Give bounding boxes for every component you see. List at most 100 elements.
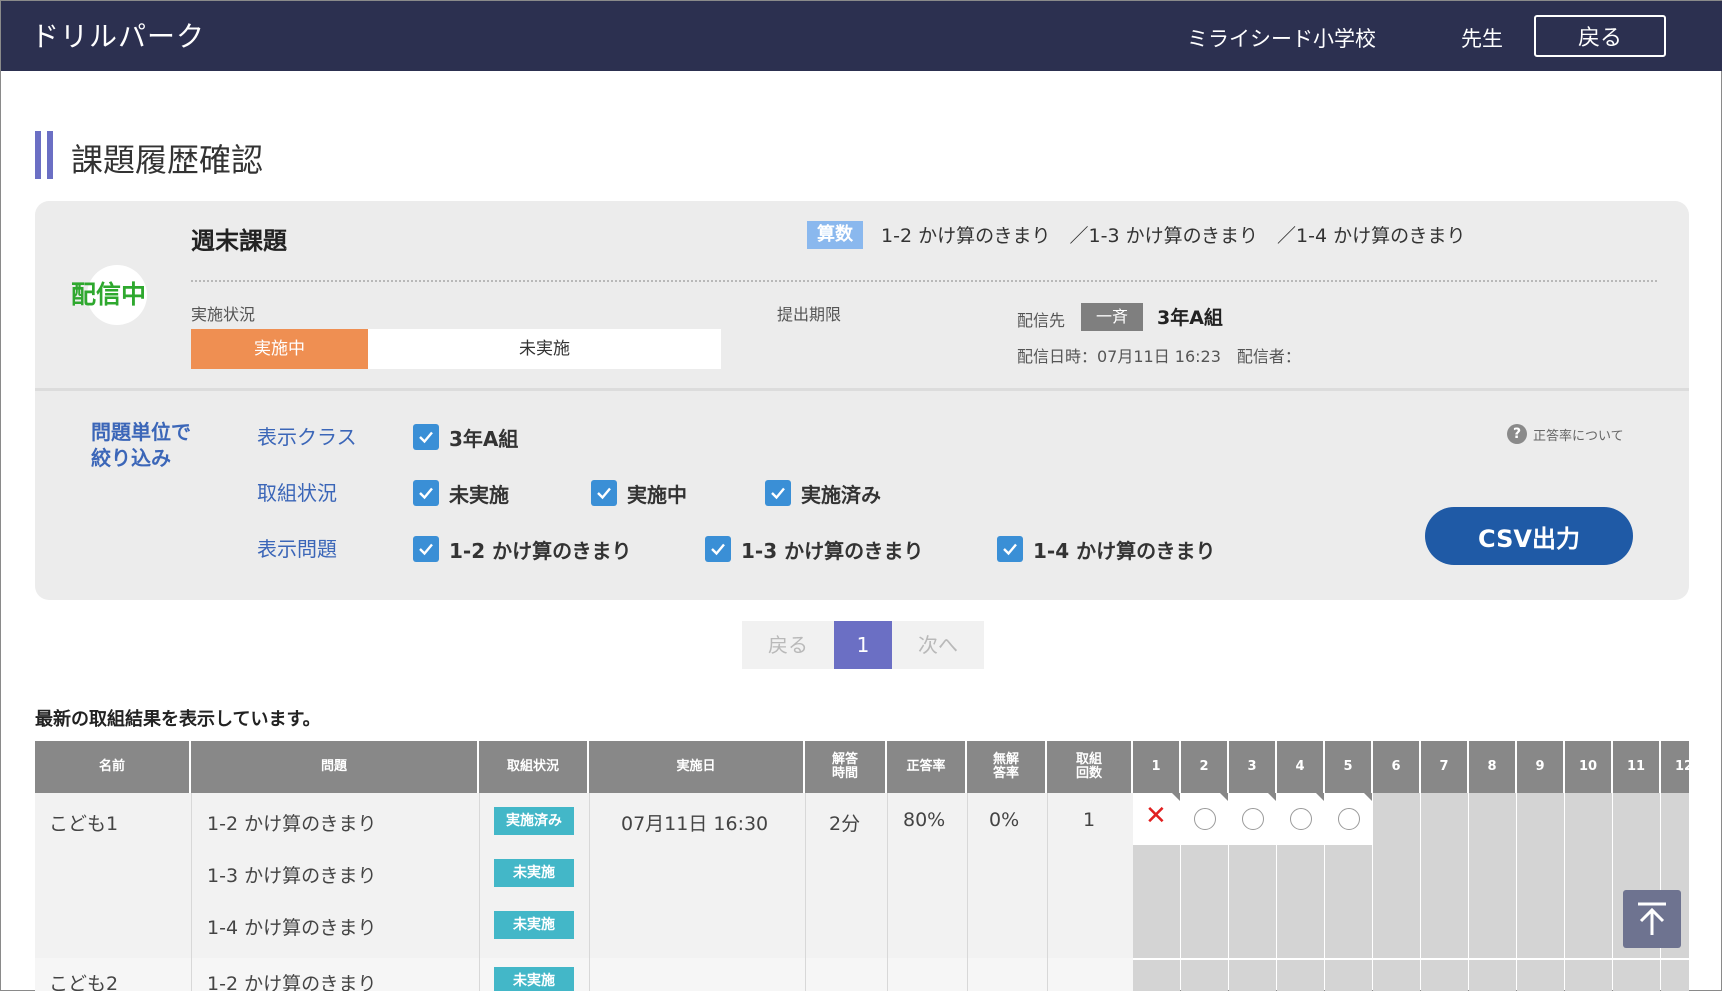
assignment-card: 配信中 週末課題 算数 1-2 かけ算のきまり ／1-3 かけ算のきまり ／1-… bbox=[35, 201, 1689, 600]
answer-cell-empty bbox=[1373, 960, 1420, 991]
class-checkbox[interactable] bbox=[413, 424, 439, 450]
col-header-time[interactable]: 解答 時間 bbox=[805, 741, 887, 793]
answer-cell-empty bbox=[1277, 845, 1324, 958]
progress-bar: 実施中 未実施 bbox=[191, 329, 721, 369]
status-option-doing: 実施中 bbox=[627, 483, 687, 507]
row1-status-2: 未実施 bbox=[494, 859, 574, 887]
app-brand: ドリルパーク bbox=[31, 20, 206, 53]
question-circle-icon[interactable]: ? bbox=[1507, 424, 1527, 444]
problem-option-1-2: 1-2 かけ算のきまり bbox=[449, 539, 632, 563]
status-option-not-done: 未実施 bbox=[449, 483, 509, 507]
answer-cell-empty bbox=[1133, 960, 1180, 991]
title-accent-bar bbox=[35, 131, 55, 179]
col-header-q10[interactable]: 10 bbox=[1565, 741, 1613, 793]
results-table: 名前 問題 取組状況 実施日 解答 時間 正答率 無解 答率 取組 回数 123… bbox=[35, 741, 1689, 991]
status-filter-label: 取組状況 bbox=[257, 481, 337, 505]
filter-heading-line2: 絞り込み bbox=[91, 446, 171, 470]
incorrect-mark-icon: ✕ bbox=[1145, 801, 1167, 831]
progress-not-done-label: 未実施 bbox=[519, 339, 570, 359]
page-title: 課題履歴確認 bbox=[71, 141, 264, 179]
answer-cell-empty bbox=[1565, 960, 1612, 991]
check-icon bbox=[771, 487, 785, 500]
col-header-skip[interactable]: 無解 答率 bbox=[967, 741, 1047, 793]
col-header-q3[interactable]: 3 bbox=[1229, 741, 1277, 793]
school-name: ミライシード小学校 bbox=[1187, 27, 1376, 51]
pagination: 戻る 1 次へ bbox=[742, 621, 984, 669]
problem-checkbox-1-2[interactable] bbox=[413, 536, 439, 562]
col-header-q2[interactable]: 2 bbox=[1181, 741, 1229, 793]
status-checkbox-doing[interactable] bbox=[591, 480, 617, 506]
row1-skip-rate: 0% bbox=[989, 809, 1020, 831]
col-header-q12[interactable]: 12 bbox=[1661, 741, 1689, 793]
answer-cell-empty bbox=[1373, 793, 1420, 958]
cell-corner-marker bbox=[1364, 793, 1372, 801]
column-divider bbox=[589, 793, 590, 991]
answer-cell-empty bbox=[1421, 960, 1468, 991]
answer-cell-empty bbox=[1469, 960, 1516, 991]
row2-status-1: 未実施 bbox=[494, 967, 574, 991]
cell-corner-marker bbox=[1268, 793, 1276, 801]
assignment-summary: 配信中 週末課題 算数 1-2 かけ算のきまり ／1-3 かけ算のきまり ／1-… bbox=[35, 201, 1689, 391]
check-icon bbox=[419, 487, 433, 500]
table-row-bg-2 bbox=[35, 958, 1133, 991]
row1-status-3: 未実施 bbox=[494, 911, 574, 939]
col-header-correct[interactable]: 正答率 bbox=[887, 741, 967, 793]
answer-cell-empty bbox=[1565, 793, 1612, 958]
row1-problem-2[interactable]: 1-3 かけ算のきまり bbox=[207, 861, 377, 888]
status-option-done: 実施済み bbox=[801, 483, 881, 507]
column-divider bbox=[479, 793, 480, 991]
col-header-q7[interactable]: 7 bbox=[1421, 741, 1469, 793]
answer-cell-empty bbox=[1613, 960, 1660, 991]
destination-label: 配信先 bbox=[1017, 311, 1066, 330]
col-header-problem[interactable]: 問題 bbox=[191, 741, 479, 793]
pager-prev-button[interactable]: 戻る bbox=[742, 621, 834, 669]
col-header-q8[interactable]: 8 bbox=[1469, 741, 1517, 793]
pager-next-button[interactable]: 次へ bbox=[892, 621, 984, 669]
pager-current-page[interactable]: 1 bbox=[834, 621, 892, 669]
col-header-status[interactable]: 取組状況 bbox=[479, 741, 589, 793]
row2-problem-1[interactable]: 1-2 かけ算のきまり bbox=[207, 969, 377, 991]
row1-problem-1[interactable]: 1-2 かけ算のきまり bbox=[207, 809, 377, 836]
col-header-date[interactable]: 実施日 bbox=[589, 741, 805, 793]
row1-date: 07月11日 16:30 bbox=[621, 813, 769, 835]
column-divider bbox=[887, 793, 888, 991]
answer-cell-empty bbox=[1181, 845, 1228, 958]
answer-cell-empty bbox=[1661, 960, 1689, 991]
problem-option-1-4: 1-4 かけ算のきまり bbox=[1033, 539, 1216, 563]
problem-checkbox-1-4[interactable] bbox=[997, 536, 1023, 562]
col-header-time-l1: 解答 bbox=[831, 752, 858, 767]
distribution-status: 配信中 bbox=[71, 280, 147, 309]
unanswered-circle-icon bbox=[1290, 808, 1312, 830]
cell-corner-marker bbox=[1316, 793, 1324, 801]
col-header-q9[interactable]: 9 bbox=[1517, 741, 1565, 793]
accuracy-help-link[interactable]: 正答率について bbox=[1533, 425, 1624, 444]
column-divider bbox=[191, 793, 192, 991]
check-icon bbox=[597, 487, 611, 500]
answer-cell-empty bbox=[1133, 845, 1180, 958]
col-header-name[interactable]: 名前 bbox=[35, 741, 191, 793]
filter-heading: 問題単位で 絞り込み bbox=[91, 419, 191, 471]
col-header-q6[interactable]: 6 bbox=[1373, 741, 1421, 793]
col-header-count[interactable]: 取組 回数 bbox=[1047, 741, 1133, 793]
back-button[interactable]: 戻る bbox=[1534, 15, 1666, 57]
answer-cell-empty bbox=[1181, 960, 1228, 991]
answer-cell-empty bbox=[1229, 845, 1276, 958]
top-bar: ドリルパーク ミライシード小学校 先生 戻る bbox=[1, 1, 1722, 71]
unanswered-circle-icon bbox=[1242, 808, 1264, 830]
row1-problem-3[interactable]: 1-4 かけ算のきまり bbox=[207, 913, 377, 940]
row1-correct-rate: 80% bbox=[903, 809, 946, 831]
class-filter-label: 表示クラス bbox=[257, 425, 357, 449]
status-checkbox-not-done[interactable] bbox=[413, 480, 439, 506]
col-header-q11[interactable]: 11 bbox=[1613, 741, 1661, 793]
row2-name: こども2 bbox=[49, 973, 119, 991]
divider bbox=[191, 280, 1657, 282]
col-header-q4[interactable]: 4 bbox=[1277, 741, 1325, 793]
scroll-to-top-button[interactable] bbox=[1623, 890, 1681, 948]
col-header-q5[interactable]: 5 bbox=[1325, 741, 1373, 793]
status-checkbox-done[interactable] bbox=[765, 480, 791, 506]
latest-results-note: 最新の取組結果を表示しています。 bbox=[35, 709, 321, 730]
csv-export-button[interactable]: CSV出力 bbox=[1425, 507, 1633, 565]
check-icon bbox=[711, 543, 725, 556]
col-header-q1[interactable]: 1 bbox=[1133, 741, 1181, 793]
problem-checkbox-1-3[interactable] bbox=[705, 536, 731, 562]
